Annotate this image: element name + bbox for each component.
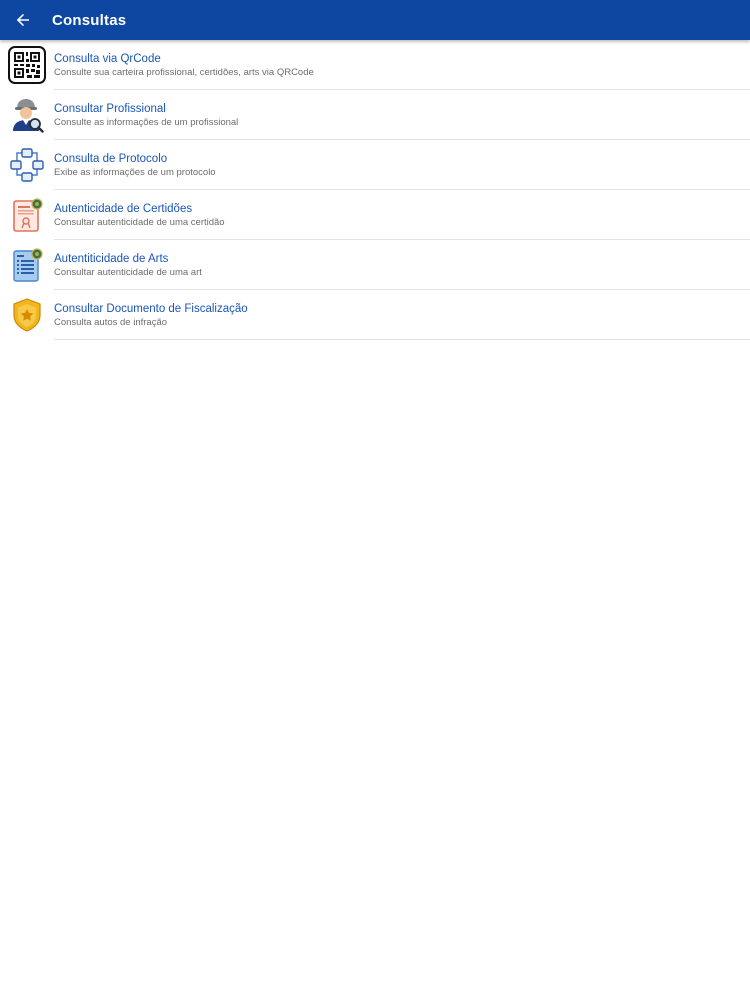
- list-item-fiscalizacao[interactable]: Consultar Documento de Fiscalização Cons…: [0, 290, 750, 340]
- consultas-list: Consulta via QrCode Consulte sua carteir…: [0, 40, 750, 340]
- art-document-icon: [13, 248, 43, 282]
- list-item-certidoes[interactable]: Autenticidade de Certidões Consultar aut…: [0, 190, 750, 240]
- list-item-protocolo[interactable]: Consulta de Protocolo Exibe as informaçõ…: [0, 140, 750, 190]
- app-screen: Consultas Consulta via QrCode Consulte s…: [0, 0, 750, 1000]
- app-bar: Consultas: [0, 0, 750, 40]
- list-item-subtitle: Consulte sua carteira profissional, cert…: [54, 66, 314, 78]
- qr-code-icon: [8, 46, 46, 84]
- badge-star-icon: [13, 298, 41, 332]
- list-item-title: Consulta de Protocolo: [54, 152, 168, 165]
- page-title: Consultas: [52, 11, 127, 29]
- list-item-subtitle: Exibe as informações de um protocolo: [54, 166, 216, 178]
- list-item-arts[interactable]: Autentiticidade de Arts Consultar autent…: [0, 240, 750, 290]
- list-item-subtitle: Consultar autenticidade de uma art: [54, 266, 202, 278]
- certificate-icon: [13, 198, 43, 232]
- back-button[interactable]: [0, 0, 46, 40]
- list-item-subtitle: Consulte as informações de um profission…: [54, 116, 239, 128]
- list-item-title: Consultar Profissional: [54, 102, 166, 115]
- list-item-subtitle: Consulta autos de infração: [54, 316, 168, 328]
- list-item-subtitle: Consultar autenticidade de uma certidão: [54, 216, 225, 228]
- list-item-profissional[interactable]: Consultar Profissional Consulte as infor…: [0, 90, 750, 140]
- list-item-title: Consultar Documento de Fiscalização: [54, 302, 248, 315]
- protocol-network-icon: [10, 148, 44, 182]
- arrow-left-icon: [16, 13, 29, 27]
- professional-search-icon: [13, 99, 44, 133]
- list-item-title: Consulta via QrCode: [54, 52, 161, 65]
- list-item-qrcode[interactable]: Consulta via QrCode Consulte sua carteir…: [0, 40, 750, 90]
- list-item-title: Autenticidade de Certidões: [54, 202, 193, 215]
- list-item-title: Autentiticidade de Arts: [54, 252, 169, 265]
